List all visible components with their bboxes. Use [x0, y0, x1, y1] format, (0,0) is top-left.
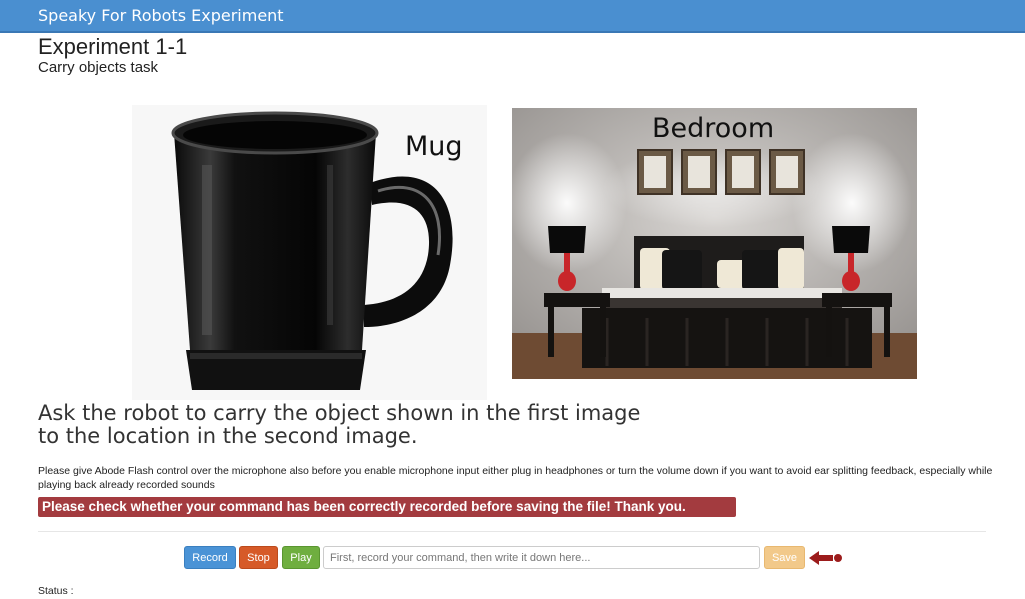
object-label: Mug [405, 131, 463, 162]
brand-title[interactable]: Speaky For Robots Experiment [38, 6, 284, 25]
save-button[interactable]: Save [764, 546, 805, 569]
command-input[interactable] [323, 546, 760, 569]
page-title: Experiment 1-1 [38, 34, 188, 59]
instruction-line-1: Ask the robot to carry the object shown … [38, 401, 641, 425]
location-image [507, 108, 917, 379]
microphone-note: Please give Abode Flash control over the… [38, 465, 993, 491]
instruction-line-2: to the location in the second image. [38, 424, 418, 448]
location-label: Bedroom [652, 113, 775, 144]
stop-button[interactable]: Stop [239, 546, 278, 569]
task-instruction: Ask the robot to carry the object shown … [38, 402, 738, 448]
status-label: Status : [38, 585, 74, 597]
divider [38, 531, 986, 532]
arrow-left-icon [809, 551, 842, 565]
task-subtitle: Carry objects task [38, 59, 159, 76]
play-button[interactable]: Play [282, 546, 320, 569]
warning-banner: Please check whether your command has be… [38, 497, 736, 517]
navbar: Speaky For Robots Experiment [0, 0, 1025, 33]
record-button[interactable]: Record [184, 546, 236, 569]
